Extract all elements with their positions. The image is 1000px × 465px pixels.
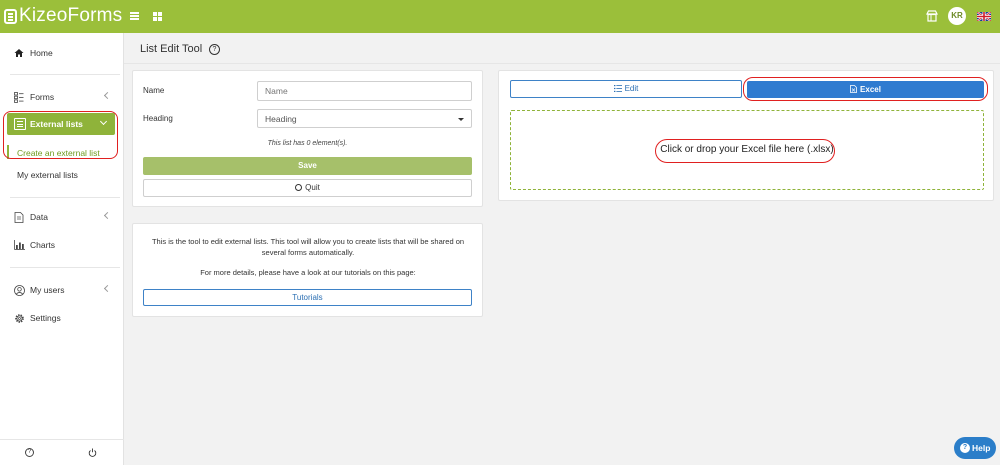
data-icon [13, 211, 25, 223]
info-text-line: For more details, please have a look at … [200, 268, 416, 277]
sidebar-item-label: My users [30, 285, 65, 295]
apps-grid-icon[interactable] [153, 12, 162, 21]
help-label: Help [972, 443, 991, 453]
name-input[interactable] [257, 81, 472, 101]
info-text-line: several forms automatically. [261, 248, 355, 257]
sidebar-item-label: Home [30, 48, 53, 58]
question-icon: ? [960, 443, 970, 453]
chevron-left-icon [103, 284, 112, 293]
divider [10, 197, 120, 198]
info-text-line: This is the tool to edit external lists.… [151, 237, 465, 246]
exit-icon [295, 184, 303, 191]
tab-edit-label: Edit [624, 84, 639, 93]
quit-label: Quit [305, 183, 320, 192]
sidebar-item-home[interactable]: Home [0, 44, 124, 62]
heading-select[interactable]: Heading [257, 109, 472, 128]
avatar[interactable]: KR [948, 7, 966, 25]
user-icon [13, 284, 25, 296]
annotation-highlight [655, 139, 835, 163]
power-icon[interactable] [88, 448, 97, 457]
sidebar-item-settings[interactable]: Settings [0, 309, 124, 327]
name-label: Name [143, 86, 165, 95]
tutorials-button[interactable]: Tutorials [143, 289, 472, 306]
divider [124, 63, 1000, 64]
uk-flag-icon[interactable] [977, 12, 991, 21]
sidebar-item-charts[interactable]: Charts [0, 236, 124, 254]
divider [10, 267, 120, 268]
sidebar-item-label: Charts [30, 240, 56, 250]
chart-icon [13, 239, 25, 251]
chevron-left-icon [103, 91, 112, 100]
chevron-left-icon [103, 211, 112, 220]
list-icon [613, 85, 622, 92]
help-button[interactable]: ? Help [954, 437, 996, 459]
sidebar-item-data[interactable]: Data [0, 208, 124, 226]
question-circle-icon[interactable]: ? [25, 448, 34, 457]
sidebar-item-label: Settings [30, 313, 61, 323]
caret-down-icon [458, 118, 464, 121]
quit-button[interactable]: Quit [143, 179, 472, 197]
heading-select-value: Heading [265, 114, 297, 124]
logo-text: KizeoForms [19, 5, 123, 26]
store-icon[interactable] [926, 10, 938, 22]
annotation-highlight [3, 111, 118, 159]
logo[interactable]: KizeoForms [4, 6, 122, 26]
annotation-highlight [743, 77, 988, 101]
menu-icon[interactable] [130, 12, 139, 20]
tab-edit[interactable]: Edit [510, 80, 742, 98]
divider [10, 74, 120, 75]
sidebar-subitem-my-external-lists[interactable]: My external lists [17, 170, 78, 180]
page-title: List Edit Tool [140, 43, 203, 55]
save-button[interactable]: Save [143, 157, 472, 175]
sidebar-item-label: Forms [30, 92, 55, 102]
sidebar-item-my-users[interactable]: My users [0, 281, 124, 299]
heading-label: Heading [143, 114, 173, 123]
help-circle-icon[interactable]: ? [209, 44, 220, 55]
gear-icon [13, 312, 25, 324]
sidebar-item-label: Data [30, 212, 48, 222]
element-count: This list has 0 element(s). [267, 140, 348, 147]
sidebar-footer: ? [0, 439, 124, 465]
logo-icon [4, 8, 17, 24]
home-icon [13, 47, 25, 59]
top-bar: KizeoForms KR [0, 0, 1000, 33]
forms-icon [13, 91, 25, 103]
sidebar-item-forms[interactable]: Forms [0, 88, 124, 106]
sidebar: Home Forms External lists Create an exte… [0, 33, 124, 465]
